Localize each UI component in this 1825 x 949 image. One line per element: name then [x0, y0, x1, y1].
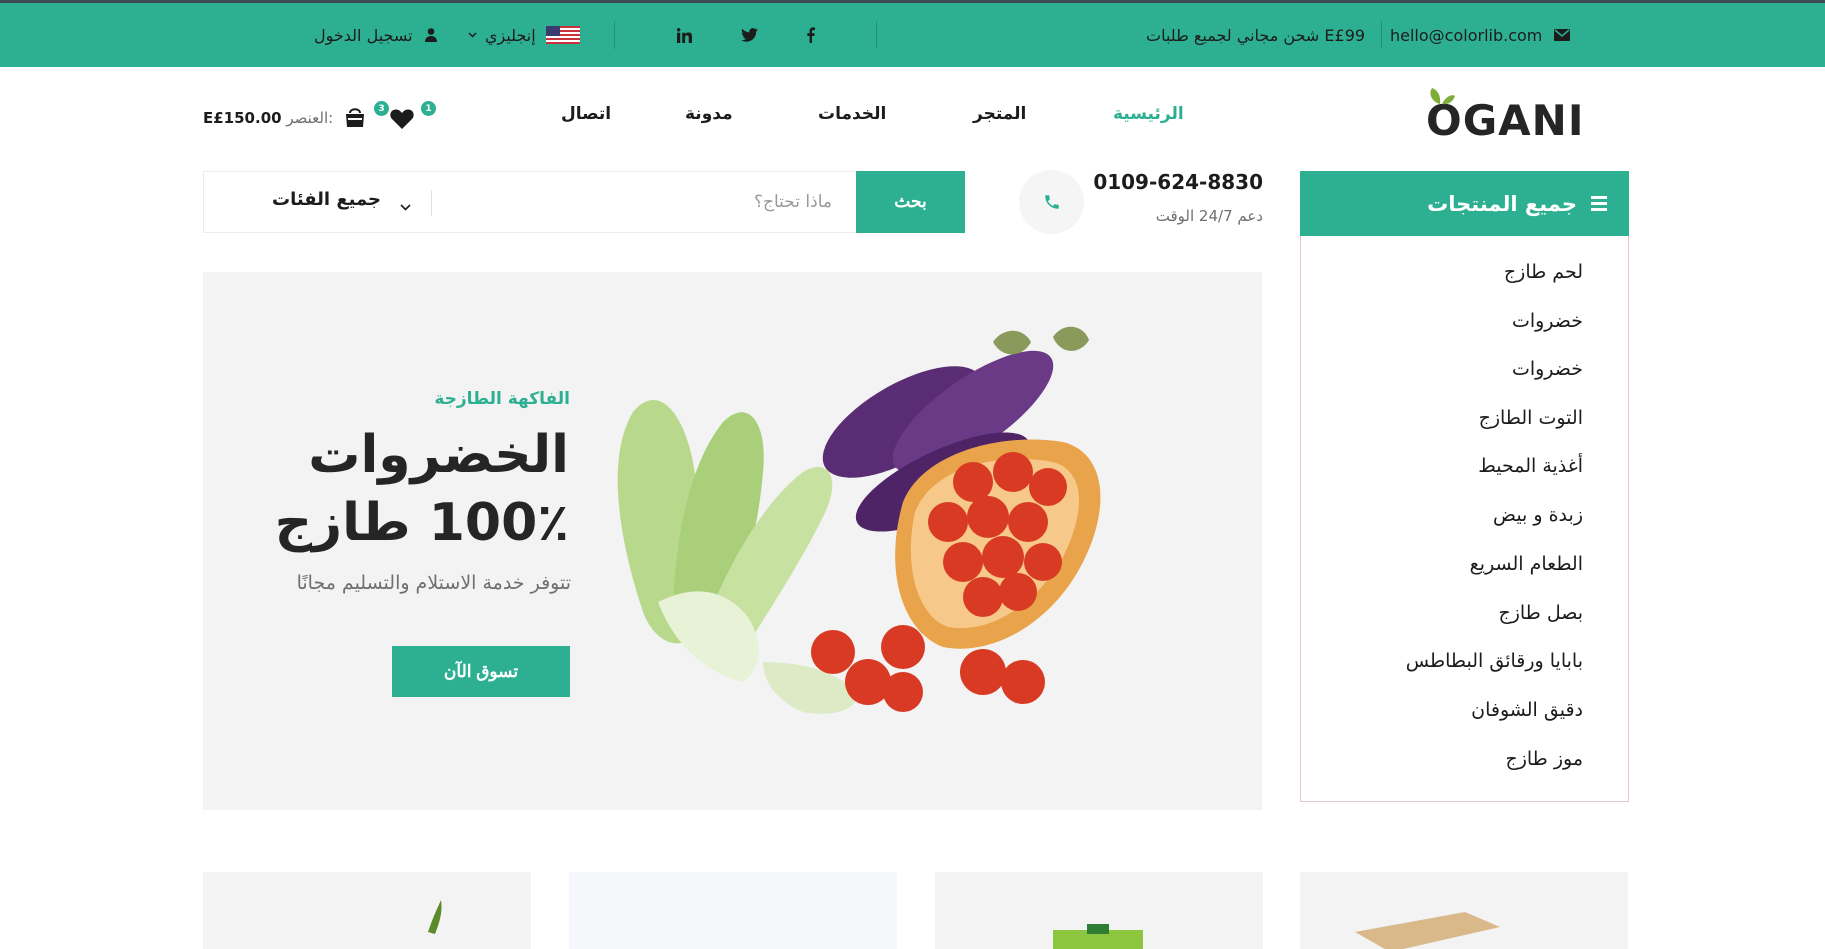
cart-total-value: E£150.00 — [203, 109, 282, 127]
twitter-icon[interactable] — [741, 3, 758, 67]
category-item[interactable]: زبدة و بيض — [1493, 504, 1583, 526]
login-link[interactable]: تسجيل الدخول — [314, 3, 437, 67]
language-selector[interactable]: إنجليزي — [468, 3, 580, 67]
category-card[interactable] — [1300, 872, 1628, 949]
category-item[interactable]: خضروات — [1512, 358, 1583, 380]
us-flag-icon — [545, 26, 580, 44]
divider — [614, 21, 615, 49]
categories-title: جميع المنتجات — [1427, 191, 1577, 216]
category-item[interactable]: بابايا ورقائق البطاطس — [1406, 650, 1583, 672]
email-text: hello@colorlib.com — [1390, 25, 1543, 45]
user-icon — [424, 28, 437, 42]
card-image — [428, 900, 442, 934]
category-card[interactable] — [569, 872, 897, 949]
shop-now-button[interactable]: تسوق الآن — [392, 646, 570, 697]
category-card[interactable] — [935, 872, 1263, 949]
card-image — [1053, 924, 1143, 949]
chevron-down-icon — [468, 32, 477, 38]
hero-kicker: الفاكهة الطازجة — [434, 389, 570, 409]
support-hours: دعم 24/7 الوقت — [1155, 207, 1263, 225]
logo[interactable]: OGANI — [1426, 86, 1584, 142]
nav-home[interactable]: الرئيسية — [1113, 104, 1184, 124]
envelope-icon — [1554, 29, 1571, 41]
nav-services[interactable]: الخدمات — [818, 104, 886, 124]
login-label: تسجيل الدخول — [314, 25, 413, 45]
nav-contact[interactable]: اتصال — [561, 104, 611, 124]
divider — [876, 21, 877, 49]
phone-icon[interactable] — [1019, 170, 1084, 234]
category-item[interactable]: موز طازج — [1505, 748, 1583, 770]
divider — [1381, 21, 1382, 49]
nav-blog[interactable]: مدونة — [685, 104, 733, 124]
phone-number: 0109-624-8830 — [1093, 170, 1263, 194]
linkedin-icon[interactable] — [677, 3, 692, 67]
search-button[interactable]: بحث — [856, 171, 965, 233]
facebook-icon[interactable] — [806, 3, 815, 67]
card-image — [1355, 912, 1500, 949]
top-bar: hello@colorlib.com شحن مجاني لجميع طلبات… — [0, 0, 1825, 67]
category-item[interactable]: الطعام السريع — [1470, 553, 1583, 575]
wishlist-icon[interactable] — [390, 108, 414, 133]
category-item[interactable]: التوت الطازج — [1479, 407, 1583, 429]
categories-toggle[interactable]: جميع المنتجات — [1300, 171, 1629, 236]
menu-icon — [1591, 193, 1607, 214]
shopping-bag-icon[interactable] — [344, 106, 366, 132]
category-item[interactable]: دقيق الشوفان — [1471, 699, 1583, 721]
category-item[interactable]: خضروات — [1512, 310, 1583, 332]
hero-subtitle: تتوفر خدمة الاستلام والتسليم مجانًا — [296, 572, 571, 594]
category-item[interactable]: لحم طازج — [1504, 261, 1583, 283]
hero-title-line1: الخضروات — [308, 425, 569, 485]
category-card[interactable] — [203, 872, 531, 949]
chevron-down-icon[interactable] — [400, 196, 411, 215]
wishlist-count-badge: 1 — [421, 101, 436, 116]
cart-total: E£150.00 العنصر: — [203, 109, 333, 127]
email-contact[interactable]: hello@colorlib.com — [1390, 3, 1571, 67]
category-item[interactable]: أغذية المحيط — [1478, 455, 1583, 477]
cart-count-badge: 3 — [374, 101, 389, 116]
all-categories-dropdown[interactable]: جميع الفئات — [272, 189, 381, 210]
shipping-notice: شحن مجاني لجميع طلبات E£99 — [1146, 25, 1366, 45]
search-input[interactable] — [432, 172, 856, 232]
hero-title-line2: 100٪ طازج — [274, 493, 569, 553]
cart-total-label: العنصر: — [286, 109, 334, 127]
logo-text: OGANI — [1426, 96, 1585, 145]
leaf-icon — [1430, 88, 1455, 105]
nav-shop[interactable]: المتجر — [973, 104, 1026, 124]
category-item[interactable]: بصل طازج — [1498, 602, 1583, 624]
language-label: إنجليزي — [485, 25, 536, 45]
